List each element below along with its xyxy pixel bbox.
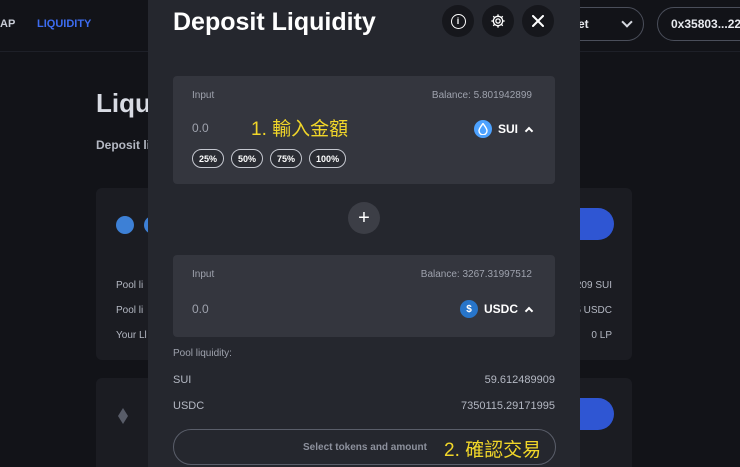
chevron-down-icon (621, 16, 633, 28)
token-label: SUI (497, 122, 518, 136)
submit-button[interactable]: Select tokens and amount 2. 確認交易 (173, 429, 556, 465)
step-annotation: 1. 輸入金額 (251, 119, 349, 140)
input-label: Input (192, 90, 215, 101)
balance-text: Balance: 3267.31997512 (420, 269, 532, 280)
wallet-address-button[interactable]: 0x35803...228 (657, 7, 740, 41)
percent-75-button[interactable]: 75% (270, 149, 303, 168)
add-icon: + (348, 202, 380, 234)
pool-row-label: USDC (173, 400, 205, 412)
pool-row-label: Pool li (116, 280, 144, 291)
pool-row-label: SUI (173, 374, 192, 386)
nav-liquidity-link[interactable]: LIQUIDITY (37, 18, 91, 30)
wallet-address: 0x35803...228 (671, 17, 740, 31)
submit-label: Select tokens and amount (303, 442, 427, 453)
pool-row-value: 209 SUI (575, 280, 612, 291)
gear-icon (491, 14, 505, 28)
percent-buttons: 25% 50% 75% 100% (192, 149, 347, 168)
sui-token-icon (116, 216, 134, 234)
close-button[interactable] (522, 5, 554, 37)
pool-row-value: 0 LP (591, 330, 612, 341)
balance-text: Balance: 5.801942899 (431, 90, 532, 101)
pool-row-value: 5 USDC (575, 305, 612, 316)
percent-50-button[interactable]: 50% (231, 149, 264, 168)
chevron-up-icon (524, 126, 534, 135)
deposit-liquidity-modal: Deposit Liquidity i Input Balance: 5.801… (148, 0, 580, 467)
chevron-up-icon (524, 306, 534, 315)
input-label: Input (192, 269, 215, 280)
percent-25-button[interactable]: 25% (192, 149, 225, 168)
pool-row-label: Pool li (116, 305, 144, 316)
input-panel-usdc: Input Balance: 3267.31997512 0.0 $ USDC (173, 255, 555, 337)
info-icon: i (450, 13, 466, 29)
page-subtitle: Deposit li (96, 138, 151, 152)
pool-row-value: 59.612489909 (484, 374, 555, 386)
token-selector-sui[interactable]: SUI (473, 120, 534, 138)
eth-token-icon (118, 408, 128, 424)
modal-title: Deposit Liquidity (173, 8, 376, 36)
info-button[interactable]: i (442, 5, 474, 37)
pool-liquidity-heading: Pool liquidity: (173, 348, 232, 359)
token-label: USDC (483, 302, 518, 316)
sui-icon (473, 120, 492, 138)
nav-swap-link[interactable]: AP (0, 18, 15, 30)
usdc-icon: $ (459, 300, 478, 318)
amount-input[interactable]: 0.0 (192, 121, 209, 135)
percent-100-button[interactable]: 100% (309, 149, 347, 168)
settings-button[interactable] (482, 5, 514, 37)
pool-row-label: Your Ll (116, 330, 147, 341)
token-selector-usdc[interactable]: $ USDC (459, 300, 534, 318)
close-icon (532, 15, 544, 27)
amount-input[interactable]: 0.0 (192, 302, 209, 316)
input-panel-sui: Input Balance: 5.801942899 0.0 1. 輸入金額 S… (173, 76, 555, 184)
step-annotation: 2. 確認交易 (444, 440, 542, 461)
pool-row-value: 7350115.29171995 (460, 400, 555, 412)
